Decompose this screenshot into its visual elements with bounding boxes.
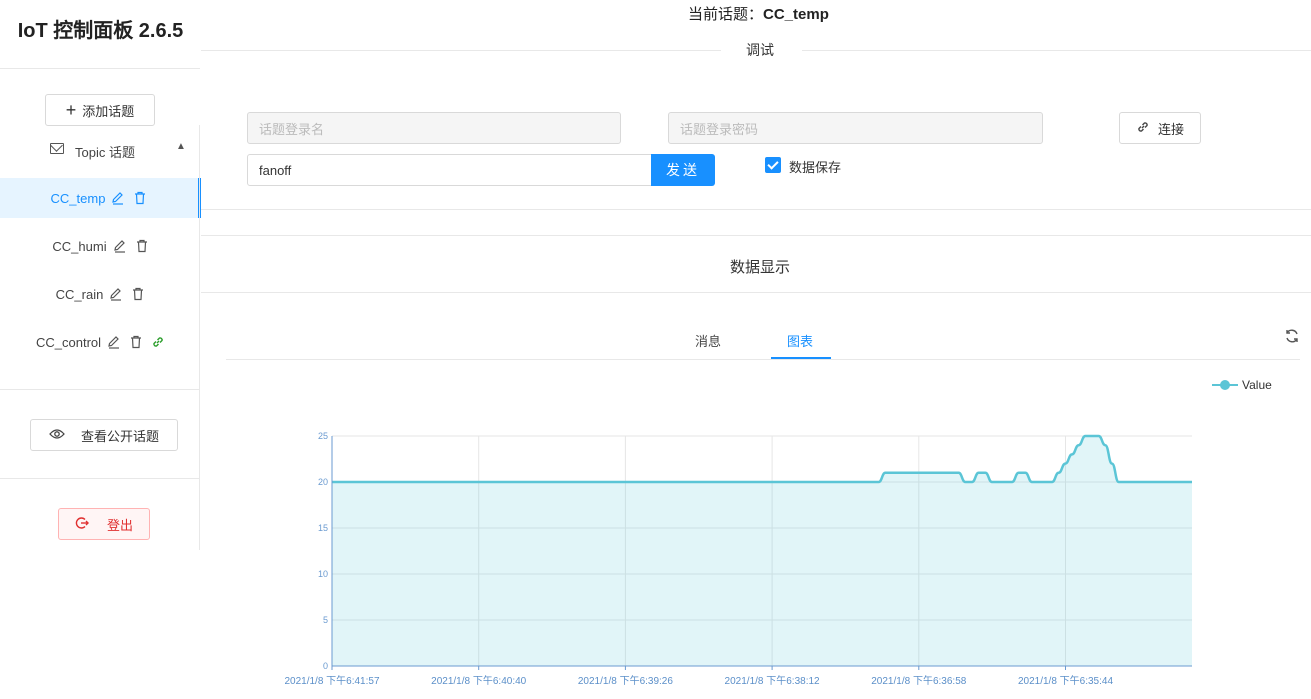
edit-icon[interactable]: [113, 239, 127, 253]
y-tick-label: 20: [318, 477, 328, 487]
tab-messages[interactable]: 消息: [695, 331, 721, 350]
sidebar-item-cc-control[interactable]: CC_control: [0, 322, 201, 362]
current-topic-prefix: 当前话题：: [688, 6, 764, 23]
refresh-icon[interactable]: [1284, 328, 1300, 344]
view-public-label: 查看公开话题: [80, 428, 159, 444]
add-topic-button[interactable]: + 添加话题: [45, 94, 155, 126]
trash-icon[interactable]: [133, 191, 147, 205]
tabs-bar-line: [226, 359, 1300, 360]
topic-name: CC_humi: [52, 238, 107, 254]
sidebar-divider: [0, 478, 200, 479]
link-icon: [1136, 120, 1150, 137]
chevron-up-icon[interactable]: ▲: [176, 141, 186, 152]
sidebar-item-cc-humi[interactable]: CC_humi: [0, 226, 201, 266]
x-tick-label: 2021/1/8 下午6:35:44: [1018, 674, 1114, 687]
trash-icon[interactable]: [135, 239, 149, 253]
sidebar-item-cc-rain[interactable]: CC_rain: [0, 274, 201, 314]
connect-label: 连接: [1157, 121, 1184, 137]
topic-group-header[interactable]: Topic 话题 ▲: [0, 133, 199, 167]
x-tick-label: 2021/1/8 下午6:38:12: [725, 674, 821, 687]
send-button[interactable]: 发送: [651, 154, 715, 186]
edit-icon[interactable]: [111, 191, 125, 205]
x-tick-label: 2021/1/8 下午6:41:57: [284, 674, 380, 687]
tab-chart[interactable]: 图表: [787, 331, 813, 350]
current-topic-name: CC_temp: [763, 6, 829, 23]
legend-marker: [1212, 378, 1238, 392]
connect-button[interactable]: 连接: [1119, 112, 1201, 144]
section-divider: [201, 209, 1311, 210]
plus-icon: +: [65, 100, 77, 120]
sidebar-item-cc-temp[interactable]: CC_temp: [0, 178, 201, 218]
topic-username-input[interactable]: 话题登录名: [247, 112, 621, 144]
series-area: [332, 436, 1192, 666]
mail-icon: [50, 143, 64, 154]
x-tick-label: 2021/1/8 下午6:40:40: [431, 674, 527, 687]
add-topic-label: 添加话题: [82, 103, 135, 119]
view-public-topics-button[interactable]: 查看公开话题: [30, 419, 178, 451]
topic-name: CC_temp: [50, 190, 106, 206]
y-tick-label: 25: [318, 431, 328, 441]
topic-password-input[interactable]: 话题登录密码: [668, 112, 1043, 144]
topic-name: CC_control: [35, 334, 102, 350]
edit-icon[interactable]: [109, 287, 123, 301]
current-topic-heading: 当前话题：CC_temp: [688, 3, 829, 24]
y-tick-label: 10: [318, 569, 328, 579]
save-data-label: 数据保存: [789, 160, 842, 175]
message-input[interactable]: fanoff: [247, 154, 653, 186]
debug-divider-left: [201, 50, 721, 51]
section-divider: [201, 292, 1311, 293]
legend-label: Value: [1242, 378, 1272, 392]
section-divider: [201, 235, 1311, 236]
chart-legend[interactable]: Value: [1212, 378, 1272, 392]
topic-group-label: Topic 话题: [75, 145, 135, 160]
logout-label: 登出: [106, 517, 133, 533]
logout-icon: [75, 516, 89, 533]
message-value: fanoff: [259, 162, 292, 178]
data-display-title: 数据显示: [730, 259, 791, 276]
sidebar: IoT 控制面板 2.6.5 + 添加话题 Topic 话题 ▲ CC_temp…: [0, 0, 201, 699]
password-placeholder: 话题登录密码: [680, 121, 759, 137]
topic-name: CC_rain: [55, 286, 104, 302]
username-placeholder: 话题登录名: [259, 121, 325, 137]
sidebar-divider: [0, 389, 200, 390]
trash-icon[interactable]: [131, 287, 145, 301]
x-tick-label: 2021/1/8 下午6:36:58: [871, 674, 967, 687]
active-tab-indicator: [771, 357, 831, 359]
eye-icon: [49, 428, 65, 443]
save-data-checkbox[interactable]: [765, 157, 781, 173]
trash-icon[interactable]: [129, 335, 143, 349]
x-tick-label: 2021/1/8 下午6:39:26: [578, 674, 674, 687]
debug-section-title: 调试: [746, 42, 774, 58]
edit-icon[interactable]: [107, 335, 121, 349]
debug-divider-right: [802, 50, 1311, 51]
value-chart: 0 5 10 15 20 25 2021/1/8 下午6:41:57 2021/1/8 下午6…: [284, 431, 1192, 687]
logout-button[interactable]: 登出: [58, 508, 150, 540]
app-title: IoT 控制面板 2.6.5: [17, 20, 184, 42]
sidebar-divider: [0, 68, 200, 69]
y-tick-label: 5: [323, 615, 328, 625]
link-icon[interactable]: [151, 335, 165, 349]
y-tick-label: 15: [318, 523, 328, 533]
y-tick-label: 0: [323, 661, 328, 671]
sidebar-border: [199, 125, 200, 550]
